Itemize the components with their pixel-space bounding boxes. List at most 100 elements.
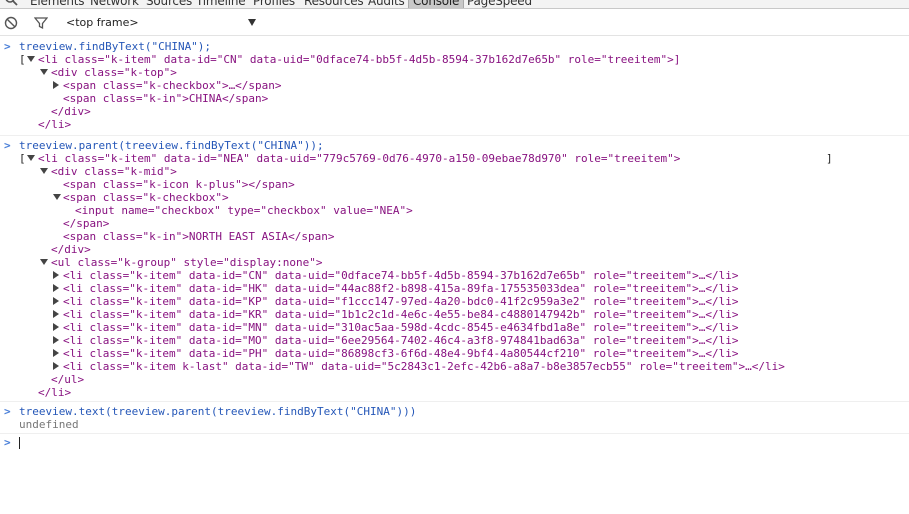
node-div-close[interactable]: </div> (51, 243, 91, 256)
collapse-toggle-icon[interactable] (53, 284, 59, 292)
expand-toggle-icon[interactable] (40, 259, 48, 265)
node-li-child[interactable]: <li class="k-item" data-id="PH" data-uid… (63, 347, 739, 360)
open-bracket: [ (19, 53, 26, 66)
prompt-icon: > (4, 40, 11, 53)
result-line: [ <li class="k-item" data-id="CN" data-u… (0, 53, 909, 66)
tree-child-line: <li class="k-item" data-id="HK" data-uid… (0, 282, 909, 295)
node-div-close[interactable]: </div> (51, 105, 91, 118)
tab-resources[interactable]: Resources (304, 0, 364, 8)
collapse-toggle-icon[interactable] (53, 297, 59, 305)
chevron-down-icon (248, 19, 256, 26)
frame-select[interactable]: <top frame> (60, 15, 260, 31)
expand-toggle-icon[interactable] (40, 69, 48, 75)
tab-profiles[interactable]: Profiles (253, 0, 295, 8)
console-toolbar: <top frame> (0, 10, 909, 36)
collapse-toggle-icon[interactable] (53, 310, 59, 318)
result-line: </span> (0, 217, 909, 230)
tree-child-line: <li class="k-item" data-id="PH" data-uid… (0, 347, 909, 360)
expand-toggle-icon[interactable] (40, 168, 48, 174)
node-checkbox[interactable]: <span class="k-checkbox">…</span> (63, 79, 282, 92)
result-line: </li> (0, 386, 909, 399)
node-ul-close[interactable]: </ul> (51, 373, 84, 386)
node-li-close[interactable]: </li> (38, 118, 71, 131)
result-line: </ul> (0, 373, 909, 386)
node-span-in[interactable]: <span class="k-in">CHINA</span> (63, 92, 268, 105)
expand-toggle-icon[interactable] (53, 194, 61, 200)
result-line: <span class="k-in">CHINA</span> (0, 92, 909, 105)
result-line: <span class="k-checkbox">…</span> (0, 79, 909, 92)
tree-child-line: <li class="k-item" data-id="CN" data-uid… (0, 269, 909, 282)
console-command-line: > treeview.parent(treeview.findByText("C… (0, 139, 909, 152)
result-line: [ <li class="k-item" data-id="NEA" data-… (0, 152, 909, 165)
node-div-open[interactable]: <div class="k-mid"> (51, 165, 177, 178)
tree-child-line: <li class="k-item k-last" data-id="TW" d… (0, 360, 909, 373)
console-command-line: > treeview.findByText("CHINA"); (0, 40, 909, 53)
result-line: <span class="k-icon k-plus"></span> (0, 178, 909, 191)
console-input[interactable]: > (0, 436, 909, 449)
tree-child-line: <li class="k-item" data-id="KP" data-uid… (0, 295, 909, 308)
node-ul-open[interactable]: <ul class="k-group" style="display:none"… (51, 256, 323, 269)
node-li-child[interactable]: <li class="k-item" data-id="KR" data-uid… (63, 308, 739, 321)
node-li-child[interactable]: <li class="k-item" data-id="KP" data-uid… (63, 295, 739, 308)
node-span-icon[interactable]: <span class="k-icon k-plus"></span> (63, 178, 295, 191)
tree-child-line: <li class="k-item" data-id="MO" data-uid… (0, 334, 909, 347)
tab-pagespeed[interactable]: PageSpeed (467, 0, 532, 8)
close-bracket: ] (826, 152, 833, 165)
prompt-icon: > (4, 139, 11, 152)
result-line: <input name="checkbox" type="checkbox" v… (0, 204, 909, 217)
result-line: <span class="k-in">NORTH EAST ASIA</span… (0, 230, 909, 243)
clear-console-icon[interactable] (4, 16, 18, 30)
tree-child-line: <li class="k-item" data-id="KR" data-uid… (0, 308, 909, 321)
open-bracket: [ (19, 152, 26, 165)
node-span-close[interactable]: </span> (63, 217, 109, 230)
console-command-line: > treeview.text(treeview.parent(treeview… (0, 405, 909, 418)
result-line: undefined (0, 418, 909, 431)
result-line: </li> (0, 118, 909, 131)
node-li-child[interactable]: <li class="k-item" data-id="CN" data-uid… (63, 269, 739, 282)
tab-audits[interactable]: Audits (368, 0, 405, 8)
collapse-toggle-icon[interactable] (53, 362, 59, 370)
tab-network[interactable]: Network (90, 0, 139, 8)
result-undefined: undefined (19, 418, 79, 431)
prompt-icon: > (4, 405, 11, 418)
node-li-child[interactable]: <li class="k-item" data-id="HK" data-uid… (63, 282, 739, 295)
prompt-icon: > (4, 436, 11, 449)
node-li-open[interactable]: <li class="k-item" data-id="CN" data-uid… (38, 53, 680, 66)
tab-elements[interactable]: Elements (30, 0, 85, 8)
result-line: <span class="k-checkbox"> (0, 191, 909, 204)
result-line: </div> (0, 243, 909, 256)
node-li-close[interactable]: </li> (38, 386, 71, 399)
node-span-checkbox[interactable]: <span class="k-checkbox"> (63, 191, 229, 204)
expand-toggle-icon[interactable] (27, 56, 35, 62)
command-text: treeview.findByText("CHINA"); (19, 40, 212, 53)
node-li-open[interactable]: <li class="k-item" data-id="NEA" data-ui… (38, 152, 680, 165)
node-li-child[interactable]: <li class="k-item" data-id="MO" data-uid… (63, 334, 739, 347)
tab-console[interactable]: Console (408, 0, 465, 8)
tab-sources[interactable]: Sources (146, 0, 192, 8)
frame-select-value: <top frame> (66, 16, 139, 29)
node-li-child[interactable]: <li class="k-item" data-id="MN" data-uid… (63, 321, 739, 334)
result-line: <div class="k-mid"> (0, 165, 909, 178)
expand-toggle-icon[interactable] (27, 155, 35, 161)
node-input[interactable]: <input name="checkbox" type="checkbox" v… (75, 204, 413, 217)
collapse-toggle-icon[interactable] (53, 349, 59, 357)
console-entry: > treeview.parent(treeview.findByText("C… (0, 136, 909, 402)
console-output[interactable]: > treeview.findByText("CHINA"); [ <li cl… (0, 37, 909, 514)
search-icon[interactable] (4, 0, 18, 6)
devtools-tab-bar: Elements Network Sources Timeline Profil… (0, 0, 909, 9)
node-div-open[interactable]: <div class="k-top"> (51, 66, 177, 79)
filter-icon[interactable] (34, 16, 48, 30)
tab-timeline[interactable]: Timeline (196, 0, 246, 8)
collapse-toggle-icon[interactable] (53, 323, 59, 331)
tree-child-line: <li class="k-item" data-id="MN" data-uid… (0, 321, 909, 334)
node-li-child[interactable]: <li class="k-item k-last" data-id="TW" d… (63, 360, 785, 373)
result-line: <div class="k-top"> (0, 66, 909, 79)
text-cursor (19, 437, 20, 449)
node-span-in[interactable]: <span class="k-in">NORTH EAST ASIA</span… (63, 230, 335, 243)
collapse-toggle-icon[interactable] (53, 271, 59, 279)
result-line: <ul class="k-group" style="display:none"… (0, 256, 909, 269)
collapse-toggle-icon[interactable] (53, 81, 59, 89)
command-text: treeview.parent(treeview.findByText("CHI… (19, 139, 324, 152)
command-text: treeview.text(treeview.parent(treeview.f… (19, 405, 417, 418)
collapse-toggle-icon[interactable] (53, 336, 59, 344)
